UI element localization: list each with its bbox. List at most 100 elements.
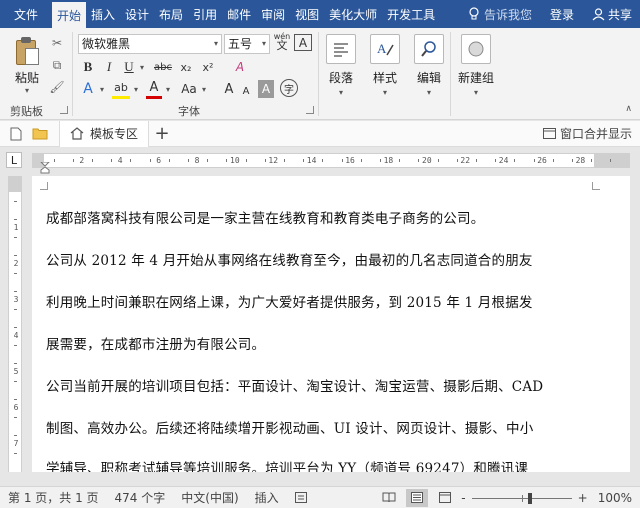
tab-references[interactable]: 引用	[188, 0, 222, 28]
tab-layout[interactable]: 布局	[154, 0, 188, 28]
vertical-scrollbar[interactable]	[630, 172, 640, 484]
subscript-button[interactable]: x₂	[178, 58, 194, 76]
ruler-tick-label: 6	[13, 403, 19, 412]
chevron-down-icon[interactable]: ▾	[132, 80, 140, 98]
tab-view[interactable]: 视图	[290, 0, 324, 28]
ruler-tick	[14, 417, 17, 418]
document-paragraph[interactable]: 成都部落窝科技有限公司是一家主营在线教育和教育类电子商务的公司。	[46, 207, 598, 227]
new-document-icon[interactable]	[5, 123, 27, 145]
tab-home[interactable]: 开始	[52, 2, 87, 28]
tell-me-box[interactable]: 告诉我您	[460, 6, 540, 23]
tab-insert[interactable]: 插入	[86, 0, 120, 28]
clipboard-icon	[14, 36, 40, 66]
ruler-tick	[226, 159, 228, 162]
chevron-down-icon[interactable]: ▾	[98, 80, 106, 98]
vertical-ruler[interactable]: 1 2 3 4 5 6 7	[8, 176, 22, 472]
tab-mailings[interactable]: 邮件	[222, 0, 256, 28]
ruler-tick	[572, 159, 573, 162]
character-shading-button[interactable]: A	[258, 80, 274, 98]
chevron-down-icon[interactable]: ▾	[138, 58, 146, 76]
tab-selector[interactable]: L	[6, 152, 22, 168]
tab-design[interactable]: 设计	[120, 0, 154, 28]
print-layout-icon[interactable]	[406, 488, 429, 507]
read-mode-icon[interactable]	[378, 489, 400, 507]
share-button[interactable]: 共享	[584, 0, 640, 28]
chevron-down-icon[interactable]: ▾	[164, 80, 172, 98]
horizontal-ruler[interactable]: 2 4 6 8 10 12 14 16 18 20 22 24 26 28	[32, 153, 630, 168]
bold-button[interactable]: B	[80, 58, 96, 76]
chevron-down-icon: ▾	[473, 88, 478, 97]
font-size-select[interactable]: 五号 ▾	[224, 34, 270, 54]
ruler-tick	[418, 159, 420, 162]
ruler-tick	[380, 159, 381, 162]
clipboard-launcher-icon[interactable]	[60, 106, 68, 114]
paragraph-icon	[326, 34, 356, 64]
tab-developer[interactable]: 开发工具	[382, 0, 440, 28]
document-paragraph[interactable]: 展需要，在成都市注册为有限公司。	[46, 333, 598, 353]
ruler-area: L 2 4 6 8 10 12 14 16 18 20 22 24 26 28	[0, 148, 640, 172]
tab-review[interactable]: 审阅	[256, 0, 290, 28]
language-indicator[interactable]: 中文(中国)	[173, 489, 246, 506]
collapse-ribbon-icon[interactable]: ∧	[625, 104, 632, 114]
zoom-in-button[interactable]: +	[576, 491, 590, 505]
insert-mode[interactable]: 插入	[247, 489, 287, 506]
font-size-value: 五号	[228, 37, 253, 51]
new-group-button[interactable]: 新建组 ▾	[450, 32, 502, 112]
indent-marker[interactable]	[39, 161, 51, 174]
font-name-select[interactable]: 微软雅黑 ▾	[78, 34, 222, 54]
enclose-characters-button[interactable]: 字	[280, 79, 298, 97]
chevron-down-icon[interactable]: ▾	[200, 80, 208, 98]
tab-beautify-master[interactable]: 美化大师	[324, 0, 382, 28]
open-folder-icon[interactable]	[29, 123, 51, 145]
add-tab-button[interactable]: +	[149, 123, 175, 144]
styles-button[interactable]: A 样式 ▾	[362, 32, 408, 112]
zoom-slider-thumb[interactable]	[527, 492, 532, 504]
zoom-level[interactable]: 100%	[590, 491, 640, 505]
paste-button[interactable]: 粘贴 ▾	[8, 34, 46, 100]
strikethrough-button[interactable]: abc	[152, 58, 174, 76]
zoom-out-button[interactable]: -	[459, 491, 467, 505]
page-count[interactable]: 第 1 页，共 1 页	[0, 489, 107, 506]
document-paragraph[interactable]: 学辅导、职称考试辅导等培训服务。培训平台为 YY（频道号 69247）和腾讯课	[46, 457, 598, 472]
editing-button[interactable]: 编辑 ▾	[406, 32, 452, 112]
document-paragraph[interactable]: 制图、高效办公。后续还将陆续增开影视动画、UI 设计、网页设计、摄影、中小	[46, 417, 598, 437]
home-icon	[70, 127, 84, 140]
document-page[interactable]: 成都部落窝科技有限公司是一家主营在线教育和教育类电子商务的公司。 公司从 201…	[32, 176, 630, 472]
shrink-font-button[interactable]: A	[240, 82, 252, 100]
underline-button[interactable]: U	[122, 58, 136, 76]
web-layout-icon[interactable]	[434, 489, 456, 507]
grow-font-button[interactable]: A	[222, 80, 236, 98]
ruler-tick	[14, 399, 17, 400]
document-paragraph[interactable]: 公司从 2012 年 4 月开始从事网络在线教育至今，由最初的几名志同道合的朋友	[46, 249, 598, 269]
zoom-slider[interactable]	[471, 491, 572, 505]
macro-record-icon[interactable]	[290, 489, 312, 507]
document-paragraph[interactable]: 利用晚上时间兼职在网络上课，为广大爱好者提供服务，到 2015 年 1 月根据发	[46, 291, 598, 311]
text-effects-button[interactable]: A	[80, 80, 96, 98]
superscript-button[interactable]: x²	[200, 58, 216, 76]
word-count[interactable]: 474 个字	[107, 489, 174, 506]
ruler-tick	[111, 159, 113, 162]
tab-file[interactable]: 文件	[0, 0, 52, 28]
character-border-button[interactable]: A	[294, 34, 312, 51]
change-case-button[interactable]: Aa	[180, 80, 198, 98]
font-color-button[interactable]: A	[146, 78, 162, 96]
ruler-tick	[14, 219, 17, 220]
format-painter-icon[interactable]: 🖌	[49, 80, 64, 94]
ruler-tick	[207, 159, 209, 162]
ruler-tick-label: 16	[345, 156, 355, 165]
document-paragraph[interactable]: 公司当前开展的培训项目包括：平面设计、淘宝设计、淘宝运营、摄影后期、CAD	[46, 375, 598, 395]
copy-icon[interactable]: ⧉	[50, 58, 64, 72]
cut-icon[interactable]: ✂	[50, 36, 64, 50]
ruler-tick	[130, 159, 132, 162]
window-icon	[542, 128, 556, 139]
login-button[interactable]: 登录	[540, 6, 584, 23]
merge-windows-button[interactable]: 窗口合并显示	[542, 125, 640, 142]
clear-formatting-button[interactable]: A	[232, 58, 248, 76]
italic-button[interactable]: I	[102, 58, 116, 76]
new-group-icon	[461, 34, 491, 64]
highlight-button[interactable]: ab	[112, 78, 130, 96]
phonetic-guide-button[interactable]: wén 文	[272, 32, 292, 51]
paragraph-button[interactable]: 段落 ▾	[318, 32, 364, 112]
tab-template-zone[interactable]: 模板专区	[59, 120, 150, 147]
font-launcher-icon[interactable]	[306, 106, 314, 114]
